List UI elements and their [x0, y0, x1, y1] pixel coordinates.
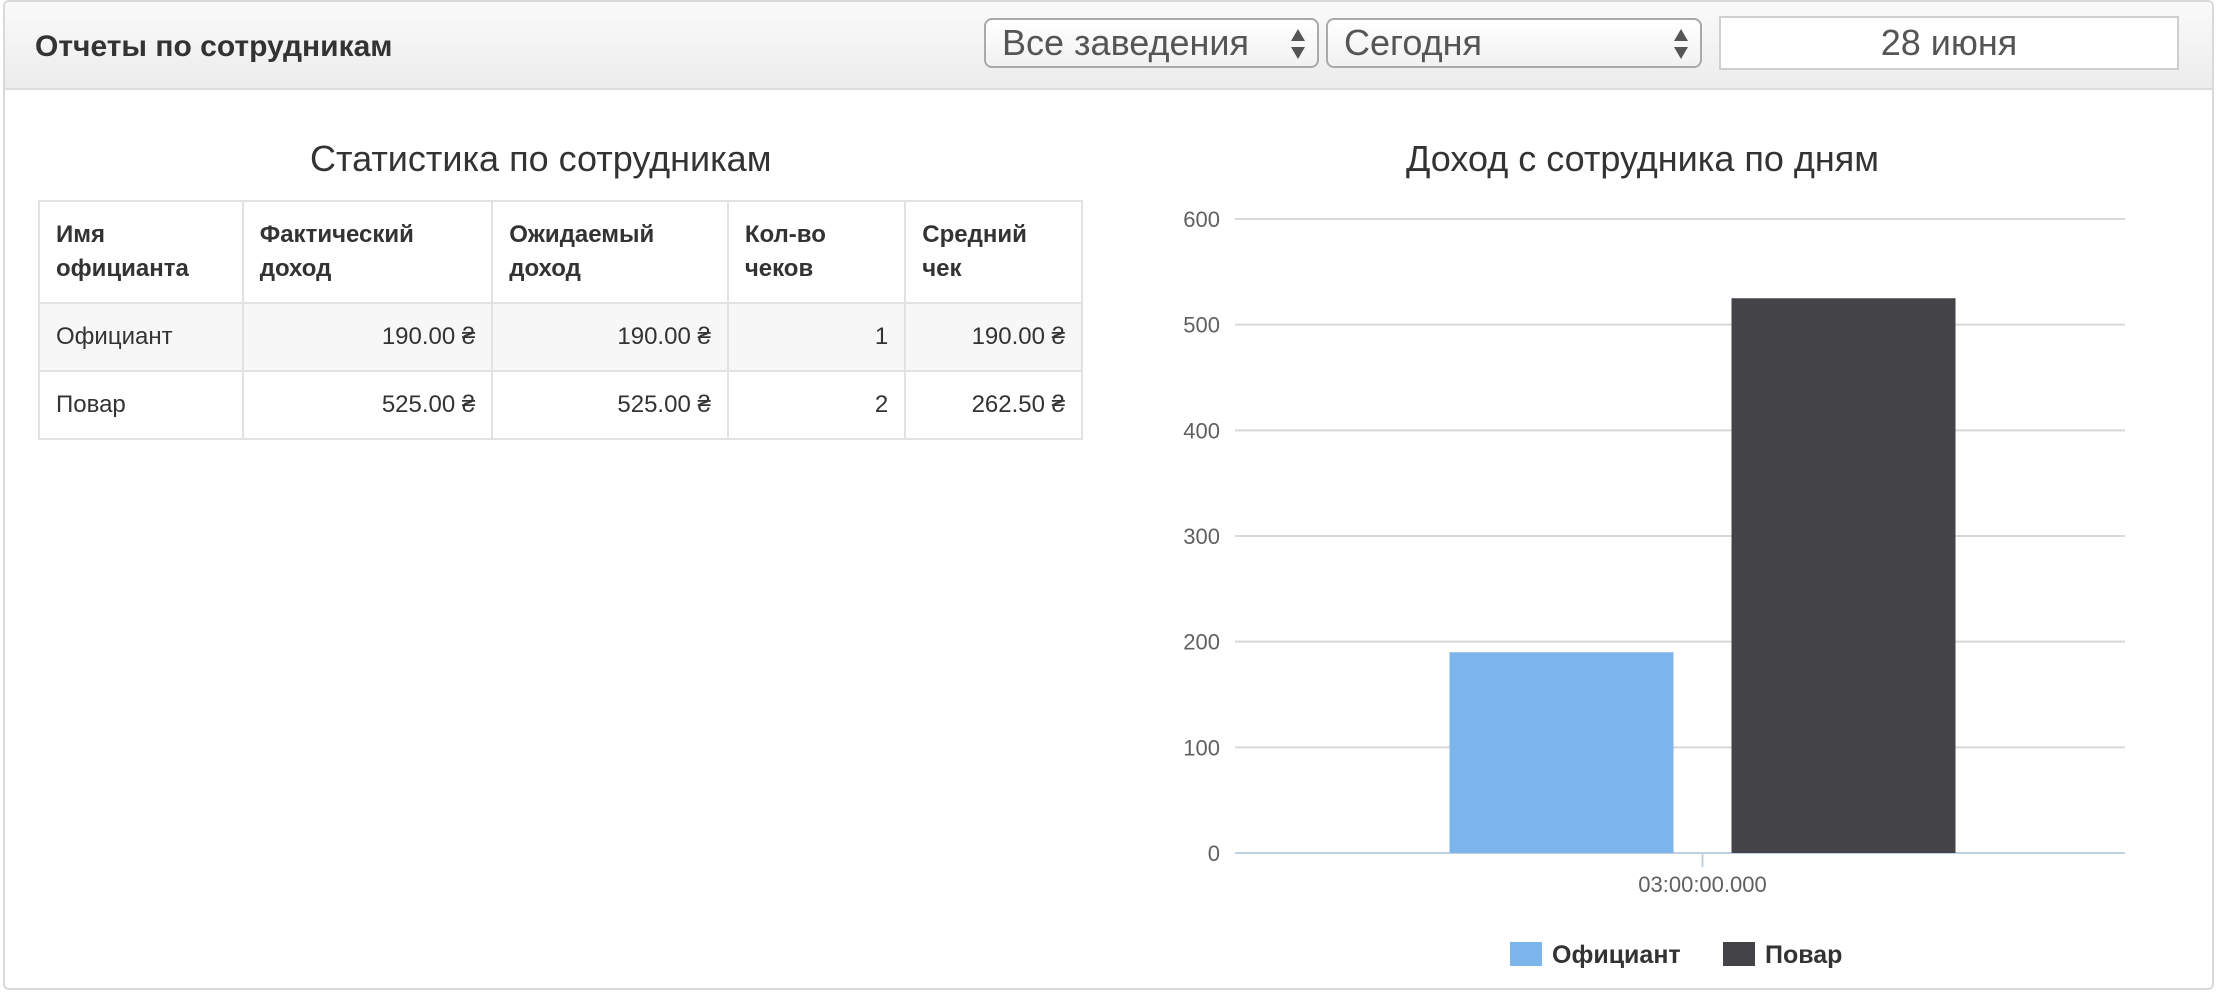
- reports-panel: Отчеты по сотрудникам Все заведения Сего…: [3, 0, 2214, 990]
- cell-average-check: 262.50 ₴: [904, 370, 1083, 440]
- legend-swatch: [1723, 942, 1755, 966]
- panel-header: Отчеты по сотрудникам Все заведения Сего…: [5, 2, 2212, 90]
- bar-waiter: [1449, 652, 1674, 853]
- y-tick-label: 300: [1183, 524, 1220, 549]
- y-tick-label: 100: [1183, 735, 1220, 760]
- table-row: Повар 525.00 ₴ 525.00 ₴ 2 262.50 ₴: [38, 370, 1083, 440]
- employee-stats-table: Имя официанта Фактический доход Ожидаемый д…: [38, 200, 1083, 440]
- period-select[interactable]: Сегодня: [1326, 18, 1702, 68]
- cell-name: Повар: [38, 370, 244, 440]
- y-tick-label: 200: [1183, 630, 1220, 655]
- y-tick-label: 400: [1183, 418, 1220, 443]
- table-row: Официант 190.00 ₴ 190.00 ₴ 1 190.00 ₴: [38, 302, 1083, 372]
- column-header-expected-income[interactable]: Ожидаемый доход: [491, 200, 729, 304]
- legend-label: Повар: [1765, 941, 1842, 969]
- cell-name: Официант: [38, 302, 244, 372]
- column-header-average-check[interactable]: Средний чек: [904, 200, 1083, 304]
- cell-check-count: 1: [726, 302, 907, 372]
- cell-check-count: 2: [726, 370, 907, 440]
- chart-title: Доход с сотрудника по дням: [1406, 138, 1879, 179]
- select-arrows-icon: [1674, 29, 1688, 59]
- date-value: 28 июня: [1880, 22, 2018, 63]
- date-field[interactable]: 28 июня: [1719, 16, 2179, 70]
- page-title: Отчеты по сотрудникам: [35, 30, 393, 63]
- cell-expected-income: 525.00 ₴: [491, 370, 729, 440]
- income-bar-chart: 0 100 200 300 400 500 600 03:00:00.000 Официант П…: [1183, 207, 2125, 969]
- y-tick-label: 600: [1183, 207, 1220, 232]
- cell-actual-income: 525.00 ₴: [241, 370, 494, 440]
- venue-select[interactable]: Все заведения: [984, 18, 1319, 68]
- legend-label: Официант: [1552, 941, 1681, 969]
- column-header-name[interactable]: Имя официанта: [38, 200, 244, 304]
- y-tick-label: 0: [1208, 841, 1220, 866]
- cell-actual-income: 190.00 ₴: [241, 302, 494, 372]
- table-header-row: Имя официанта Фактический доход Ожидаемый д…: [38, 200, 1083, 304]
- select-arrows-icon: [1291, 29, 1305, 59]
- bar-cook: [1731, 298, 1956, 853]
- cell-expected-income: 190.00 ₴: [491, 302, 729, 372]
- cell-average-check: 190.00 ₴: [904, 302, 1083, 372]
- x-tick-label: 03:00:00.000: [1638, 872, 1766, 897]
- column-header-actual-income[interactable]: Фактический доход: [241, 200, 494, 304]
- venue-select-value: Все заведения: [1002, 22, 1250, 63]
- period-select-value: Сегодня: [1344, 22, 1482, 63]
- y-tick-label: 500: [1183, 313, 1220, 338]
- table-title: Статистика по сотрудникам: [310, 138, 772, 179]
- legend-swatch: [1510, 942, 1542, 966]
- column-header-check-count[interactable]: Кол-во чеков: [726, 200, 907, 304]
